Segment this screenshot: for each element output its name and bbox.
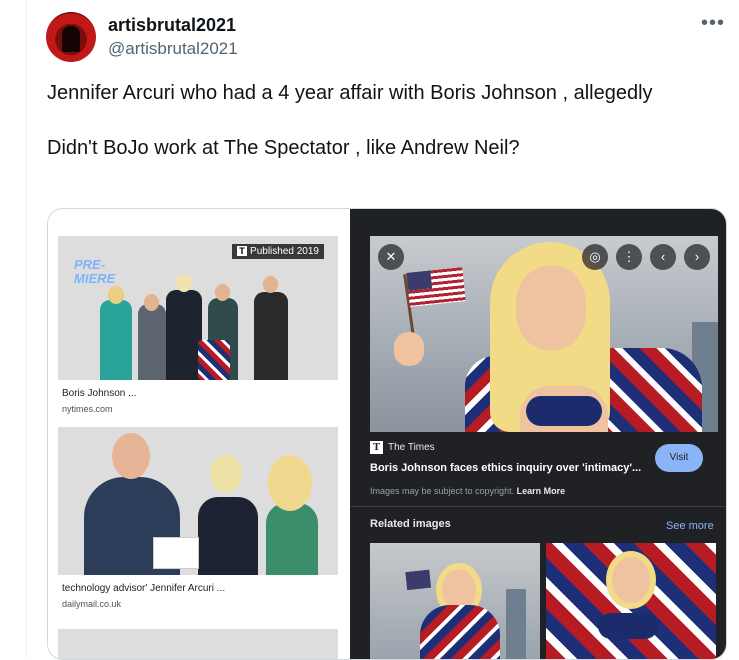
union-jack-drape: [602, 348, 702, 432]
result-thumbnail-1[interactable]: PRE- MIERE T Published 2019: [58, 236, 338, 380]
preview-image[interactable]: ✕ ◎ ⋮ ‹ ›: [370, 236, 718, 432]
person-figure: [100, 300, 132, 380]
face: [516, 266, 586, 350]
us-flag: [405, 569, 429, 587]
image-result-3[interactable]: [58, 629, 338, 659]
person-head: [606, 551, 656, 609]
related-images-title: Related images: [370, 518, 451, 530]
avatar-figure: [62, 26, 80, 52]
published-badge-text: Published 2019: [250, 246, 319, 257]
result-thumbnail-2[interactable]: [58, 427, 338, 575]
person-figure: [138, 304, 166, 380]
person-head: [144, 294, 159, 311]
see-more-link[interactable]: See more: [666, 520, 714, 532]
image-viewer-pane: ✕ ◎ ⋮ ‹ › T The Times Boris Johnson faces…: [350, 209, 726, 659]
published-badge: T Published 2019: [232, 244, 324, 259]
man-in-suit: [198, 497, 258, 575]
nyt-mark-icon: T: [237, 246, 248, 256]
close-icon[interactable]: ✕: [378, 244, 404, 270]
image-results-pane: PRE- MIERE T Published 2019 Boris Johnson…: [48, 209, 350, 659]
person-head: [263, 276, 278, 293]
person-figure: [254, 292, 288, 380]
chevron-right-icon[interactable]: ›: [684, 244, 710, 270]
result-caption-2[interactable]: technology advisor' Jennifer Arcuri ...: [58, 583, 338, 594]
the-times-logo-icon: T: [370, 441, 383, 454]
result-thumbnail-3[interactable]: [58, 629, 338, 659]
tweet-text-line-2: Didn't BoJo work at The Spectator , like…: [47, 137, 520, 159]
hand: [394, 332, 424, 366]
tweet-text: Jennifer Arcuri who had a 4 year affair …: [47, 80, 707, 161]
person-head: [176, 274, 192, 292]
person-head: [108, 286, 124, 304]
tweet-text-line-1: Jennifer Arcuri who had a 4 year affair …: [47, 82, 653, 104]
related-image-2[interactable]: [546, 543, 716, 659]
tweet-media-screenshot[interactable]: PRE- MIERE T Published 2019 Boris Johnson…: [47, 208, 727, 660]
person-figure: [166, 290, 202, 380]
premiere-logo-text: PRE- MIERE: [74, 257, 116, 286]
building: [506, 589, 526, 659]
author-handle[interactable]: @artisbrutal2021: [108, 39, 238, 59]
result-domain-1: nytimes.com: [62, 404, 113, 414]
result-caption-1[interactable]: Boris Johnson ...: [58, 388, 338, 399]
image-result-1[interactable]: PRE- MIERE T Published 2019 Boris Johnson…: [58, 236, 338, 414]
related-image-1[interactable]: [370, 543, 540, 659]
person-head: [268, 455, 312, 511]
author-name[interactable]: artisbrutal2021: [108, 15, 236, 36]
lens-icon[interactable]: ◎: [582, 244, 608, 270]
left-rail: [0, 0, 27, 659]
chevron-left-icon[interactable]: ‹: [650, 244, 676, 270]
result-domain-2: dailymail.co.uk: [62, 599, 122, 609]
tweet: artisbrutal2021 @artisbrutal2021 ••• Jen…: [26, 0, 739, 660]
source-name: The Times: [388, 442, 435, 454]
bikini: [526, 396, 602, 426]
avatar[interactable]: [46, 12, 96, 62]
learn-more-link[interactable]: Learn More: [517, 486, 566, 496]
divider: [350, 506, 726, 507]
visit-button[interactable]: Visit: [655, 444, 703, 472]
person-head: [112, 433, 150, 479]
image-result-2[interactable]: technology advisor' Jennifer Arcuri ... …: [58, 427, 338, 609]
copyright-text: Images may be subject to copyright.: [370, 486, 515, 496]
union-jack-drape: [420, 605, 500, 659]
person-head: [210, 455, 242, 493]
copyright-notice: Images may be subject to copyright. Lear…: [370, 486, 565, 496]
bikini: [598, 613, 658, 639]
union-jack-chair: [198, 340, 230, 380]
inset-tweet: [153, 537, 199, 569]
more-options-icon[interactable]: •••: [701, 12, 725, 35]
source-row[interactable]: T The Times: [370, 441, 435, 454]
person-head: [215, 284, 230, 301]
woman-green-dress: [266, 503, 318, 575]
us-flag: [406, 267, 466, 307]
image-title[interactable]: Boris Johnson faces ethics inquiry over …: [370, 462, 641, 474]
more-vertical-icon[interactable]: ⋮: [616, 244, 642, 270]
